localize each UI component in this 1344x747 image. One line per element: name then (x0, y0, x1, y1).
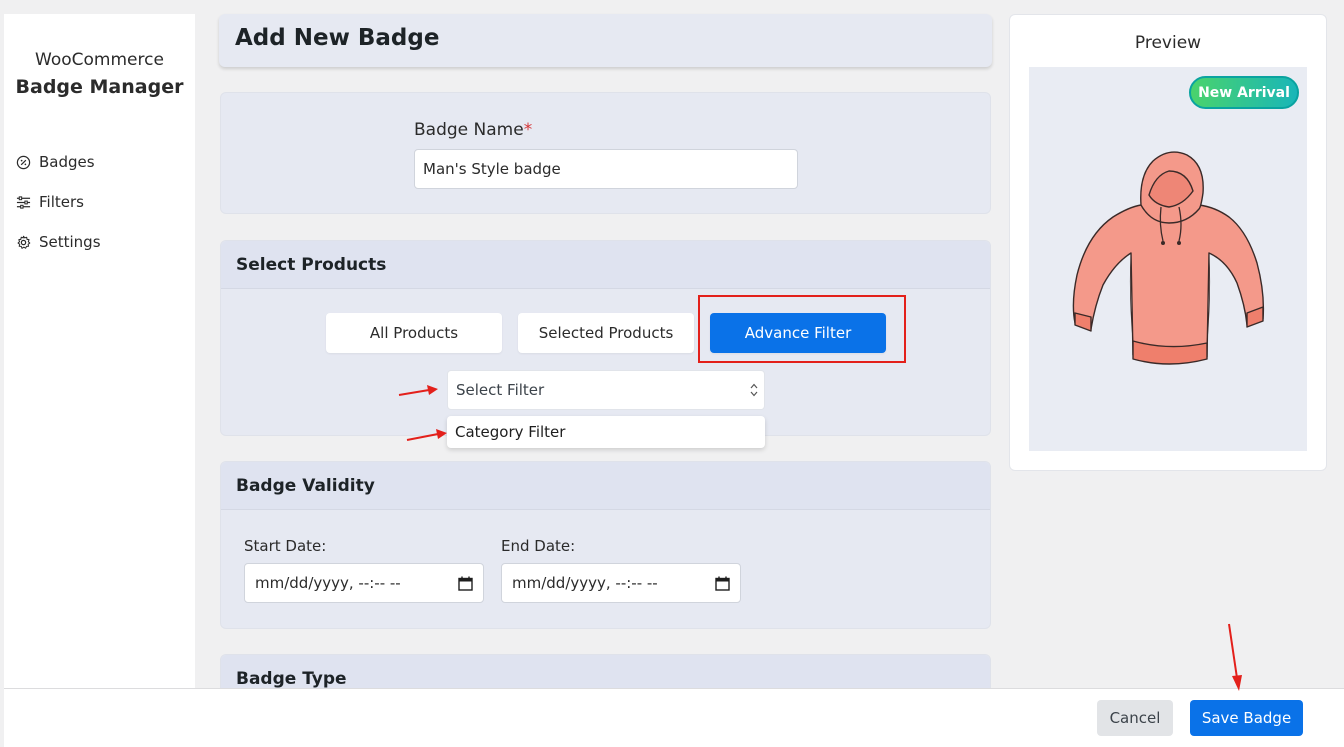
badge-name-label-text: Badge Name (414, 120, 524, 140)
sidebar-item-badges[interactable]: Badges (16, 150, 95, 174)
annotation-arrow-icon (398, 385, 438, 396)
end-date-label: End Date: (501, 537, 576, 555)
filter-select[interactable]: Select Filter (447, 370, 765, 410)
end-date-input[interactable]: mm/dd/yyyy, --:-- -- (501, 563, 741, 603)
annotation-highlight-box (698, 295, 906, 363)
sidebar-item-label: Settings (39, 233, 101, 251)
select-products-heading: Select Products (221, 241, 990, 289)
calendar-icon[interactable] (715, 576, 730, 591)
product-image: New Arrival (1029, 67, 1307, 451)
preview-card: Preview New Arrival (1009, 14, 1327, 471)
sidebar-item-label: Badges (39, 153, 95, 171)
brand-subtitle: WooCommerce (35, 50, 164, 70)
sidebar-item-label: Filters (39, 193, 84, 211)
start-date-label: Start Date: (244, 537, 327, 555)
select-caret-icon (750, 383, 758, 397)
required-mark: * (523, 120, 533, 140)
calendar-icon[interactable] (458, 576, 473, 591)
badge-validity-heading: Badge Validity (221, 462, 990, 510)
annotation-arrow-icon (1228, 623, 1242, 691)
start-date-value: mm/dd/yyyy, --:-- -- (255, 574, 401, 592)
badge-name-input[interactable]: Man's Style badge (414, 149, 798, 189)
badge-validity-card: Badge Validity (220, 461, 991, 629)
annotation-arrow-icon (406, 429, 447, 441)
hoodie-icon (1072, 151, 1265, 365)
preview-title: Preview (1134, 33, 1202, 53)
new-arrival-badge: New Arrival (1189, 76, 1299, 109)
all-products-button[interactable]: All Products (326, 313, 502, 353)
badge-name-label: Badge Name* (414, 120, 532, 140)
page-header: Add New Badge (219, 14, 992, 67)
save-badge-button[interactable]: Save Badge (1190, 700, 1303, 736)
dropdown-option-category-filter[interactable]: Category Filter (447, 416, 765, 448)
start-date-input[interactable]: mm/dd/yyyy, --:-- -- (244, 563, 484, 603)
cancel-button[interactable]: Cancel (1097, 700, 1173, 736)
end-date-value: mm/dd/yyyy, --:-- -- (512, 574, 658, 592)
page-title: Add New Badge (235, 25, 440, 51)
brand-title: Badge Manager (15, 76, 184, 98)
sidebar: WooCommerce Badge Manager Badges Filters… (4, 14, 195, 747)
badge-icon (16, 155, 31, 169)
sliders-icon (16, 195, 31, 209)
sidebar-item-filters[interactable]: Filters (16, 190, 84, 214)
sidebar-item-settings[interactable]: Settings (16, 230, 101, 254)
filter-select-value: Select Filter (456, 381, 545, 399)
gear-icon (17, 235, 31, 249)
selected-products-button[interactable]: Selected Products (518, 313, 694, 353)
